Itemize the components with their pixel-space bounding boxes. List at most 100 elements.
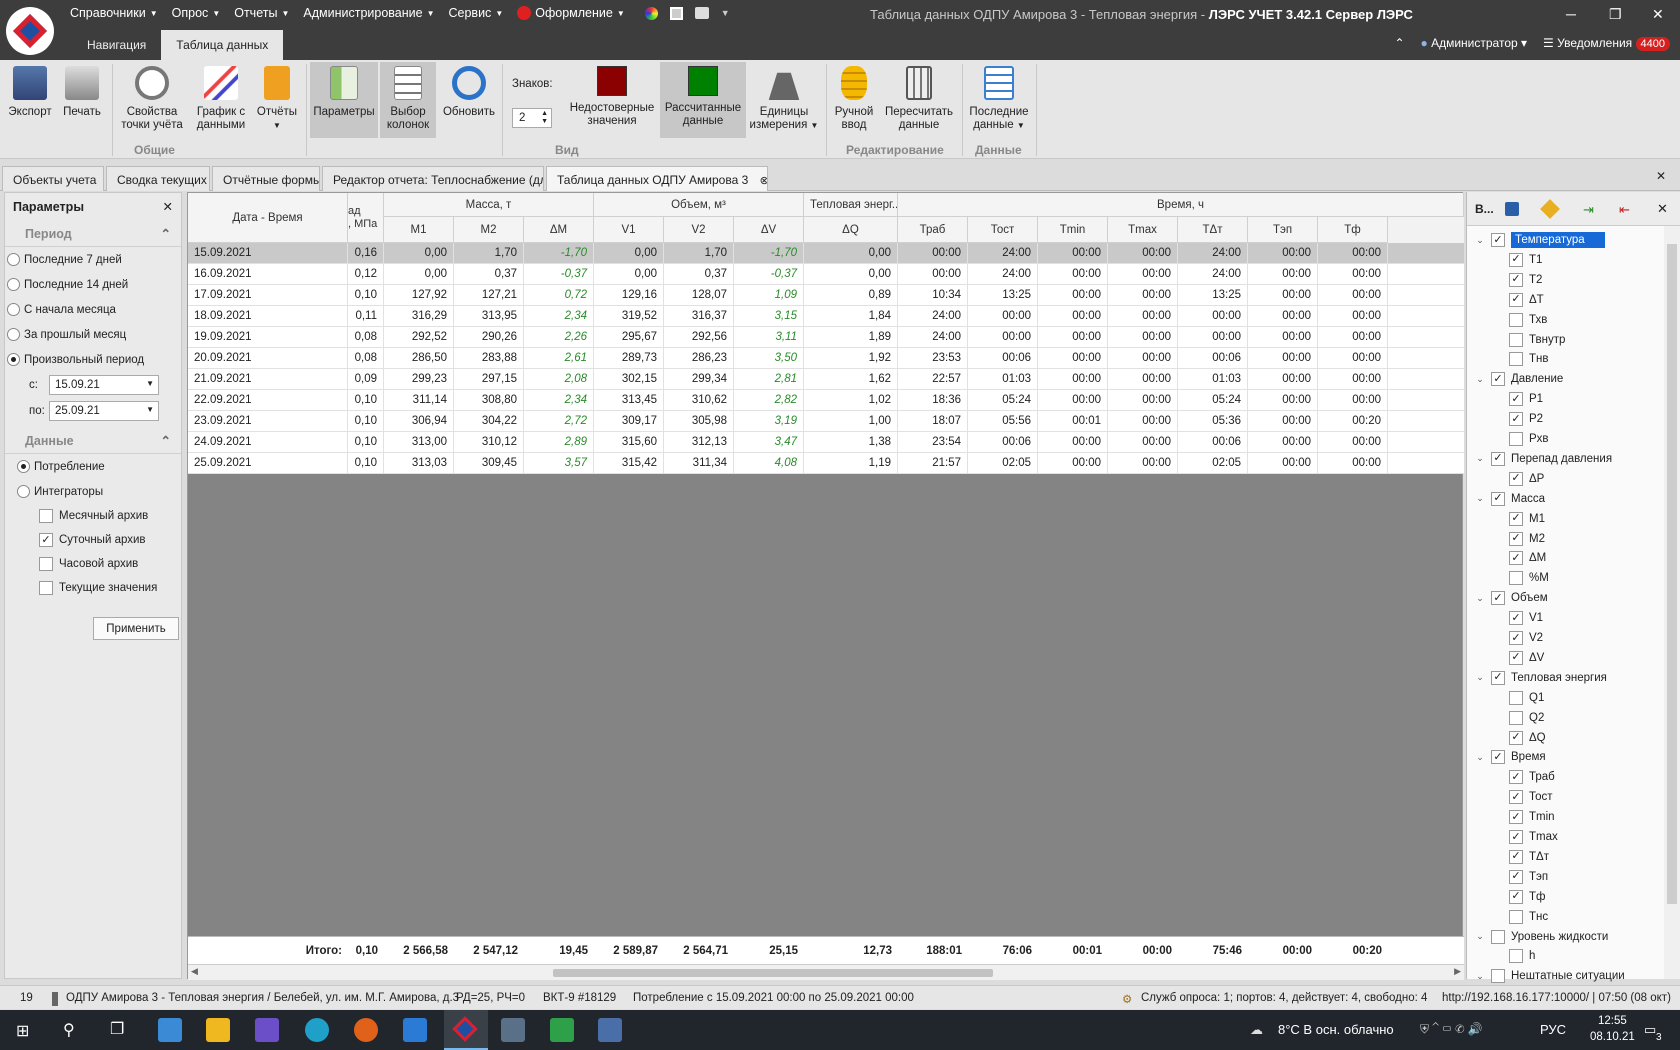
table-cell[interactable]: -1,70 xyxy=(524,243,594,263)
table-cell[interactable]: 13:25 xyxy=(968,285,1038,305)
table-cell[interactable]: 1,92 xyxy=(804,348,898,368)
table-cell[interactable]: 00:00 xyxy=(1178,327,1248,347)
table-cell[interactable]: 0,00 xyxy=(804,243,898,263)
table-cell[interactable]: 00:00 xyxy=(1038,306,1108,326)
vertical-scrollbar[interactable] xyxy=(1664,226,1680,979)
table-cell[interactable]: 127,21 xyxy=(454,285,524,305)
header-col-11[interactable]: ТΔт xyxy=(1178,217,1248,243)
tree-group[interactable]: ⌄ ✓ Перепад давления xyxy=(1467,449,1612,469)
tab-navigation[interactable]: Навигация xyxy=(72,30,161,60)
table-cell[interactable]: 2,81 xyxy=(734,369,804,389)
table-cell[interactable]: 00:00 xyxy=(1038,453,1108,473)
header-col-4[interactable]: V2 xyxy=(664,217,734,243)
table-cell[interactable]: 00:00 xyxy=(1318,327,1388,347)
table-cell[interactable]: 00:00 xyxy=(1038,285,1108,305)
tree-item[interactable]: ✓ ΔP xyxy=(1467,469,1544,489)
file-explorer-icon[interactable] xyxy=(206,1018,230,1042)
table-cell[interactable]: 00:00 xyxy=(1038,264,1108,284)
tree-item[interactable]: ✓ P1 xyxy=(1467,389,1543,409)
table-cell[interactable]: 00:00 xyxy=(1038,369,1108,389)
table-cell[interactable]: 1,70 xyxy=(454,243,524,263)
windows-start-icon[interactable]: ⊞ xyxy=(16,1021,29,1041)
table-cell[interactable]: 3,19 xyxy=(734,411,804,431)
table-cell[interactable]: 0,12 xyxy=(348,264,384,284)
table-cell[interactable]: -1,70 xyxy=(734,243,804,263)
table-row[interactable]: 19.09.2021 0,08 292,52 290,26 2,26 295,67 292,… xyxy=(188,327,1464,348)
table-cell[interactable]: 02:05 xyxy=(1178,453,1248,473)
edge-browser-icon[interactable] xyxy=(305,1018,329,1042)
table-cell[interactable]: 0,00 xyxy=(594,243,664,263)
table-cell[interactable]: 0,09 xyxy=(348,369,384,389)
checkbox-checked-icon[interactable]: ✓ xyxy=(1509,471,1523,486)
table-cell[interactable]: 310,12 xyxy=(454,432,524,452)
table-cell[interactable]: 00:00 xyxy=(1108,285,1178,305)
table-cell[interactable]: 10:34 xyxy=(898,285,968,305)
table-cell[interactable]: 2,08 xyxy=(524,369,594,389)
scroll-thumb[interactable] xyxy=(553,969,993,977)
table-cell[interactable]: 24:00 xyxy=(1178,264,1248,284)
tree-group[interactable]: ⌄ ✓ Температура xyxy=(1467,230,1605,250)
invalid-values-button[interactable]: Недостоверные значения xyxy=(566,62,658,138)
tree-item[interactable]: ✓ ΔV xyxy=(1467,648,1544,668)
table-cell[interactable]: -0,37 xyxy=(734,264,804,284)
table-cell[interactable]: 312,13 xyxy=(664,432,734,452)
table-cell[interactable]: 00:00 xyxy=(1248,453,1318,473)
table-cell[interactable]: 24:00 xyxy=(968,243,1038,263)
tree-item[interactable]: %M xyxy=(1467,568,1549,588)
checkbox-checked-icon[interactable]: ✓ xyxy=(1509,770,1523,785)
period-month-start[interactable]: С начала месяца xyxy=(5,297,181,322)
tree-group[interactable]: ⌄ ✓ Объем xyxy=(1467,588,1548,608)
data-section-header[interactable]: Данные ⌃ xyxy=(5,428,181,454)
table-cell[interactable]: 310,62 xyxy=(664,390,734,410)
table-cell[interactable]: 0,37 xyxy=(664,264,734,284)
table-cell[interactable]: 1,00 xyxy=(804,411,898,431)
archive-hourly[interactable]: Часовой архив xyxy=(5,552,181,576)
checkbox-checked-icon[interactable]: ✓ xyxy=(1509,889,1523,904)
table-cell[interactable]: 313,95 xyxy=(454,306,524,326)
table-cell[interactable]: 1,09 xyxy=(734,285,804,305)
reports-button[interactable]: Отчёты ▼ xyxy=(254,62,300,138)
table-row[interactable]: 23.09.2021 0,10 306,94 304,22 2,72 309,17 305,… xyxy=(188,411,1464,432)
collapse-icon[interactable]: ⌃ xyxy=(161,433,171,448)
checkbox-checked-icon[interactable]: ✓ xyxy=(1509,252,1523,267)
header-col-9[interactable]: Tmin xyxy=(1038,217,1108,243)
table-cell[interactable]: 24:00 xyxy=(968,264,1038,284)
checkbox-icon[interactable] xyxy=(1509,909,1523,924)
mode-consumption[interactable]: Потребление xyxy=(5,454,181,479)
table-cell[interactable]: 00:00 xyxy=(1108,453,1178,473)
table-cell[interactable]: 0,10 xyxy=(348,390,384,410)
recalculate-button[interactable]: Пересчитать данные xyxy=(882,62,956,138)
table-cell[interactable]: 05:24 xyxy=(968,390,1038,410)
table-cell[interactable]: 2,34 xyxy=(524,306,594,326)
expand-icon[interactable]: ⌄ xyxy=(1473,752,1487,763)
tree-item[interactable]: ✓ Траб xyxy=(1467,767,1555,787)
tree-item[interactable]: ✓ Тэп xyxy=(1467,867,1548,887)
checkbox-icon[interactable] xyxy=(1509,432,1523,446)
table-row[interactable]: 18.09.2021 0,11 316,29 313,95 2,34 319,52 316,… xyxy=(188,306,1464,327)
spinner-arrows-icon[interactable]: ▲ ▼ xyxy=(541,110,548,126)
table-cell[interactable]: 16.09.2021 xyxy=(188,264,348,284)
table-cell[interactable]: 00:00 xyxy=(1108,432,1178,452)
table-cell[interactable]: 3,11 xyxy=(734,327,804,347)
table-cell[interactable]: 311,14 xyxy=(384,390,454,410)
table-cell[interactable]: 295,67 xyxy=(594,327,664,347)
table-cell[interactable]: 00:06 xyxy=(968,348,1038,368)
table-cell[interactable]: 05:24 xyxy=(1178,390,1248,410)
table-cell[interactable]: 1,70 xyxy=(664,243,734,263)
tree-item[interactable]: Рхв xyxy=(1467,429,1549,449)
checkbox-icon[interactable] xyxy=(1509,690,1523,705)
checkbox-checked-icon[interactable]: ✓ xyxy=(1509,830,1523,844)
mode-integrators[interactable]: Интеграторы xyxy=(5,479,181,504)
expand-icon[interactable]: ⌄ xyxy=(1473,493,1487,504)
checkbox-checked-icon[interactable]: ✓ xyxy=(1509,412,1523,427)
table-cell[interactable]: 0,89 xyxy=(804,285,898,305)
dropdown-icon[interactable]: ▼ xyxy=(146,379,154,388)
table-row[interactable]: 16.09.2021 0,12 0,00 0,37 -0,37 0,00 0,37 -0,37… xyxy=(188,264,1464,285)
close-panel-icon[interactable]: ✕ xyxy=(1657,201,1668,217)
tree-item[interactable]: ✓ ΔM xyxy=(1467,548,1546,568)
date-from-input[interactable]: 15.09.21 ▼ xyxy=(49,375,159,395)
edit-icon[interactable] xyxy=(1540,199,1560,219)
table-cell[interactable]: 21:57 xyxy=(898,453,968,473)
checkbox-icon[interactable] xyxy=(1491,969,1505,984)
table-cell[interactable]: 0,08 xyxy=(348,327,384,347)
